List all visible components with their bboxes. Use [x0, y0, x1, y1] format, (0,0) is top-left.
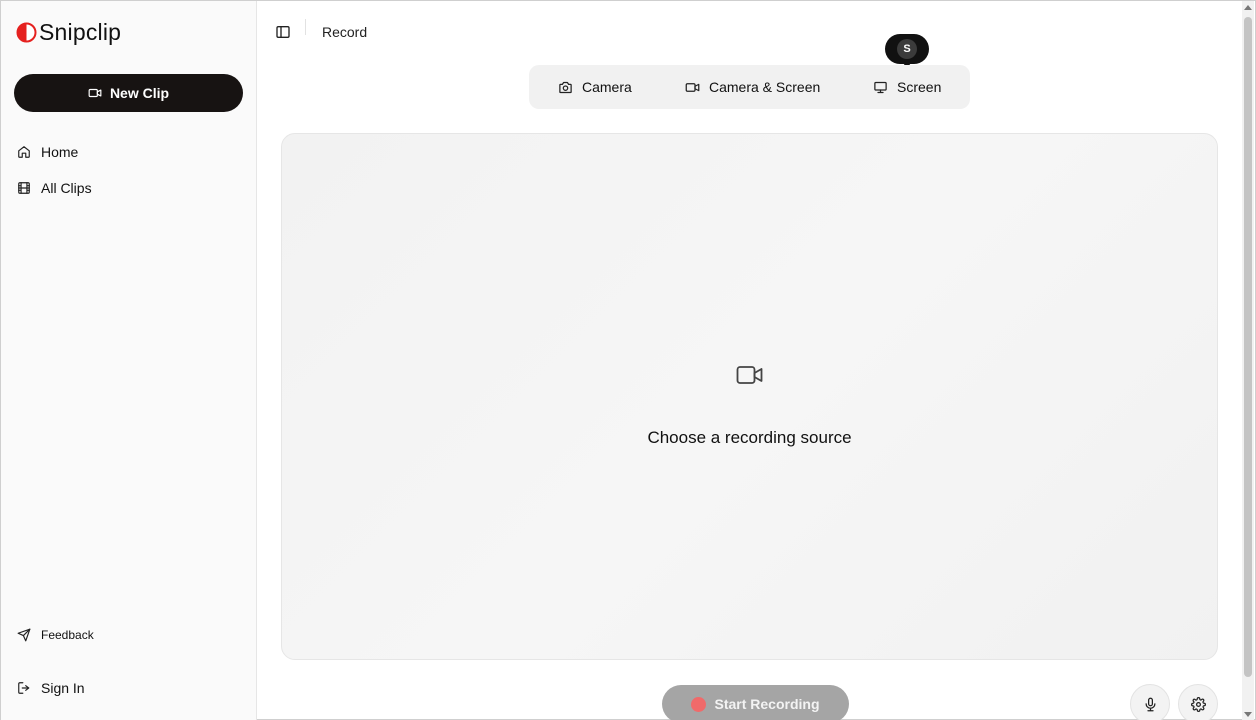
scroll-down-arrow-icon[interactable] [1244, 712, 1252, 717]
tab-camera-and-screen[interactable]: Camera & Screen [685, 65, 820, 109]
tab-label: Screen [897, 79, 942, 95]
sign-in-label: Sign In [41, 680, 85, 696]
feedback-label: Feedback [41, 628, 94, 642]
settings-button[interactable] [1178, 684, 1218, 720]
video-icon [736, 364, 764, 386]
sidebar: Snipclip New Clip Home All Clips Feedbac… [1, 1, 257, 720]
sidebar-toggle-icon[interactable] [275, 24, 291, 40]
microphone-button[interactable] [1130, 684, 1170, 720]
home-icon [17, 145, 31, 159]
new-clip-label: New Clip [109, 85, 170, 101]
sidebar-item-home[interactable]: Home [17, 141, 78, 163]
snipclip-logo-icon [16, 22, 37, 43]
brand[interactable]: Snipclip [16, 17, 121, 47]
sign-in-link[interactable]: Sign In [17, 677, 85, 699]
header-divider [305, 19, 306, 35]
video-icon [685, 80, 700, 95]
breadcrumb: Record [322, 24, 368, 40]
tab-label: Camera & Screen [709, 79, 821, 95]
start-recording-label: Start Recording [714, 696, 820, 712]
log-in-icon [17, 681, 31, 695]
recording-preview-area: Choose a recording source [281, 133, 1218, 660]
vertical-scrollbar[interactable] [1242, 1, 1254, 720]
app-window: Snipclip New Clip Home All Clips Feedbac… [0, 0, 1256, 720]
film-icon [17, 181, 31, 195]
sidebar-item-all-clips[interactable]: All Clips [17, 177, 92, 199]
video-icon [88, 86, 102, 100]
scroll-up-arrow-icon[interactable] [1244, 5, 1252, 10]
send-icon [17, 628, 31, 642]
avatar: S [897, 39, 917, 59]
feedback-link[interactable]: Feedback [17, 624, 94, 646]
sidebar-item-label: Home [41, 144, 79, 160]
sidebar-item-label: All Clips [41, 180, 92, 196]
scrollbar-thumb[interactable] [1244, 17, 1252, 677]
tab-screen[interactable]: Screen [873, 65, 941, 109]
recording-source-tabs: Camera Camera & Screen Screen [529, 65, 970, 109]
gear-icon [1190, 696, 1206, 712]
tab-tooltip: S [885, 34, 929, 68]
record-dot-icon [691, 696, 707, 712]
mic-icon [1143, 697, 1158, 712]
start-recording-button[interactable]: Start Recording [662, 685, 849, 720]
tab-label: Camera [582, 79, 632, 95]
camera-icon [558, 80, 573, 95]
tab-camera[interactable]: Camera [558, 65, 632, 109]
new-clip-button[interactable]: New Clip [14, 74, 243, 112]
brand-name: Snipclip [39, 18, 122, 45]
monitor-icon [873, 80, 888, 95]
recording-source-prompt: Choose a recording source [647, 428, 852, 447]
